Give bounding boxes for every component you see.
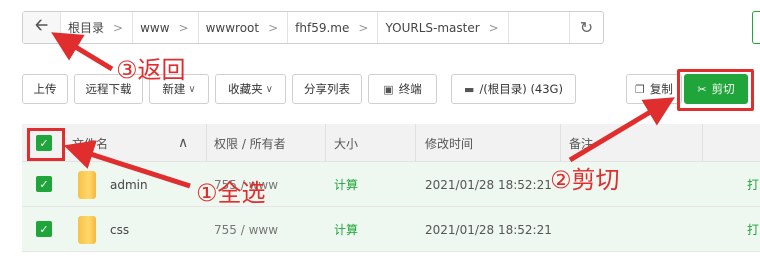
select-all-arrow	[63, 140, 191, 189]
back-arrow	[51, 32, 114, 72]
select-all-annotation: ①全选	[196, 179, 266, 207]
annotation-arrows	[51, 32, 675, 189]
back-annotation: ③返回	[116, 56, 186, 84]
cut-annotation: ②剪切	[550, 166, 620, 194]
cut-arrow	[568, 97, 675, 163]
